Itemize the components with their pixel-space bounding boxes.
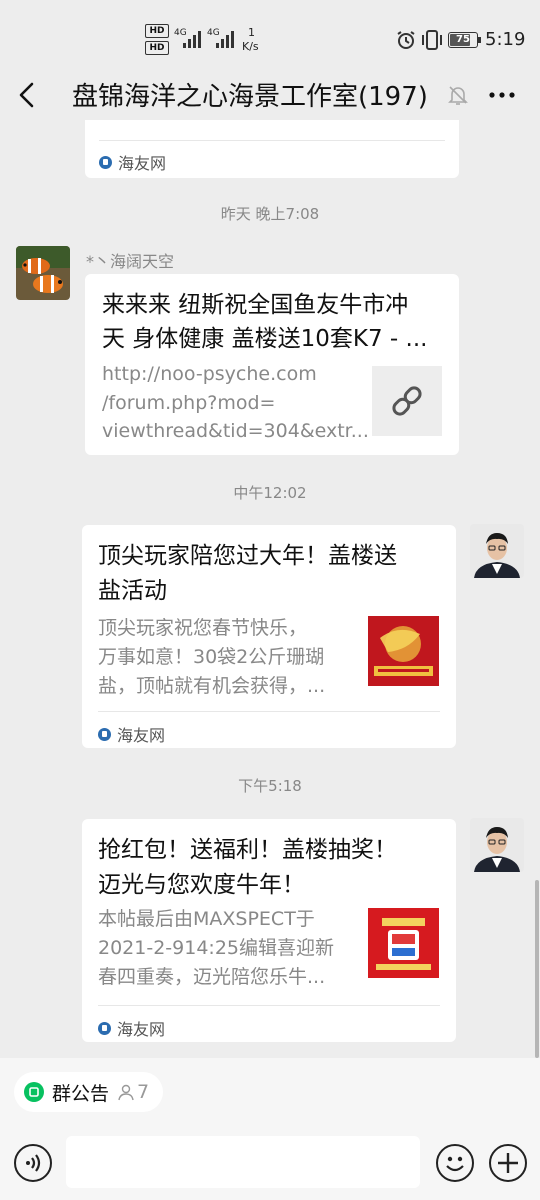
message-input[interactable] — [66, 1136, 420, 1188]
notice-label: 群公告 — [52, 1082, 110, 1105]
emoji-icon — [446, 1156, 464, 1172]
source-logo-icon — [98, 727, 111, 741]
battery-level: 75 — [456, 34, 470, 45]
source-name: 海友网 — [118, 154, 167, 173]
avatar[interactable] — [470, 524, 524, 578]
chat-header: 盘锦海洋之心海景工作室(197) — [0, 62, 540, 128]
scrollbar[interactable] — [535, 880, 539, 1058]
emoji-button[interactable] — [436, 1144, 474, 1182]
article-thumbnail — [368, 616, 439, 686]
article-title-line: 顶尖玩家陪您过大年！盖楼送 — [98, 543, 397, 569]
person-icon — [118, 1084, 134, 1101]
clownfish-avatar-image — [16, 246, 70, 300]
card-source: 海友网 — [98, 1016, 165, 1040]
link-thumbnail — [372, 366, 442, 436]
article-desc-line: 盐，顶帖就有机会获得，... — [98, 675, 326, 697]
promo-banner-image — [368, 908, 439, 978]
voice-input-button[interactable] — [14, 1144, 52, 1182]
timestamp: 下午5:18 — [238, 777, 302, 795]
plus-icon — [498, 1153, 518, 1173]
card-divider — [99, 140, 445, 141]
chat-input-area: 群公告 7 — [0, 1058, 540, 1200]
card-divider — [98, 711, 440, 712]
source-logo-icon — [98, 1021, 111, 1035]
battery-tip — [478, 37, 481, 43]
card-divider — [98, 1005, 440, 1006]
link-url-line: http://noo-psyche.com — [102, 363, 317, 385]
chat-title: 盘锦海洋之心海景工作室(197) — [72, 82, 428, 112]
notice-icon — [24, 1082, 44, 1102]
article-desc-line: 顶尖玩家祝您春节快乐， — [98, 617, 308, 639]
vibrate-icon — [422, 30, 442, 50]
article-desc-line: 2021-2-914:25编辑喜迎新 — [98, 937, 334, 959]
link-url-line: /forum.php?mod= — [102, 392, 276, 414]
notice-count: 7 — [137, 1081, 150, 1103]
net-speed-value: 1 — [248, 26, 255, 39]
battery-icon: 75 — [448, 32, 478, 48]
status-time: 5:19 — [485, 29, 526, 50]
link-url-line: viewthread&tid=304&extr... — [102, 420, 369, 442]
hd-icon: HD — [145, 41, 169, 55]
card-source: 海友网 — [98, 722, 165, 746]
article-message-card[interactable]: 顶尖玩家陪您过大年！盖楼送 盐活动 顶尖玩家祝您春节快乐， 万事如意！30袋2公… — [82, 525, 456, 748]
back-arrow-icon[interactable] — [14, 80, 40, 110]
sender-name: *丶海阔天空 — [86, 252, 175, 271]
link-chain-icon — [392, 386, 422, 416]
alarm-icon — [397, 31, 415, 49]
hd-icon: HD — [145, 24, 169, 38]
more-functions-button[interactable] — [489, 1144, 527, 1182]
user-avatar-image — [470, 524, 524, 578]
timestamp: 中午12:02 — [233, 484, 307, 502]
avatar[interactable] — [16, 246, 70, 300]
article-desc-line: 春四重奏，迈光陪您乐牛... — [98, 966, 326, 988]
source-logo-icon — [99, 155, 112, 169]
article-desc-line: 本帖最后由MAXSPECT于 — [98, 908, 315, 930]
link-title-line: 来来来 纽斯祝全国鱼友牛市冲 — [102, 292, 409, 318]
timestamp: 昨天 晚上7:08 — [220, 205, 320, 223]
article-desc-line: 万事如意！30袋2公斤珊瑚 — [98, 646, 325, 668]
more-options-icon[interactable] — [488, 90, 516, 100]
article-title-line: 迈光与您欢度牛年！ — [98, 872, 305, 898]
link-card-partial[interactable]: 海友网 — [85, 120, 459, 178]
group-notice-chip[interactable]: 群公告 7 — [14, 1072, 164, 1112]
article-title-line: 抢红包！送福利！盖楼抽奖！ — [98, 837, 397, 863]
net-speed-unit: K/s — [242, 40, 259, 53]
source-name: 海友网 — [117, 1020, 166, 1039]
promo-banner-image — [368, 616, 439, 686]
article-title-line: 盐活动 — [98, 578, 167, 604]
voice-icon — [26, 1154, 41, 1172]
article-thumbnail — [368, 908, 439, 978]
signal-icon — [183, 31, 201, 48]
avatar[interactable] — [470, 818, 524, 872]
link-message-card[interactable]: 来来来 纽斯祝全国鱼友牛市冲 天 身体健康 盖楼送10套K7 - ... htt… — [85, 274, 459, 455]
card-source: 海友网 — [99, 150, 166, 174]
source-name: 海友网 — [117, 726, 166, 745]
article-message-card[interactable]: 抢红包！送福利！盖楼抽奖！ 迈光与您欢度牛年！ 本帖最后由MAXSPECT于 2… — [82, 819, 456, 1042]
signal-icon — [216, 31, 234, 48]
link-title-line: 天 身体健康 盖楼送10套K7 - ... — [102, 326, 428, 352]
user-avatar-image — [470, 818, 524, 872]
mute-bell-icon — [448, 86, 468, 105]
